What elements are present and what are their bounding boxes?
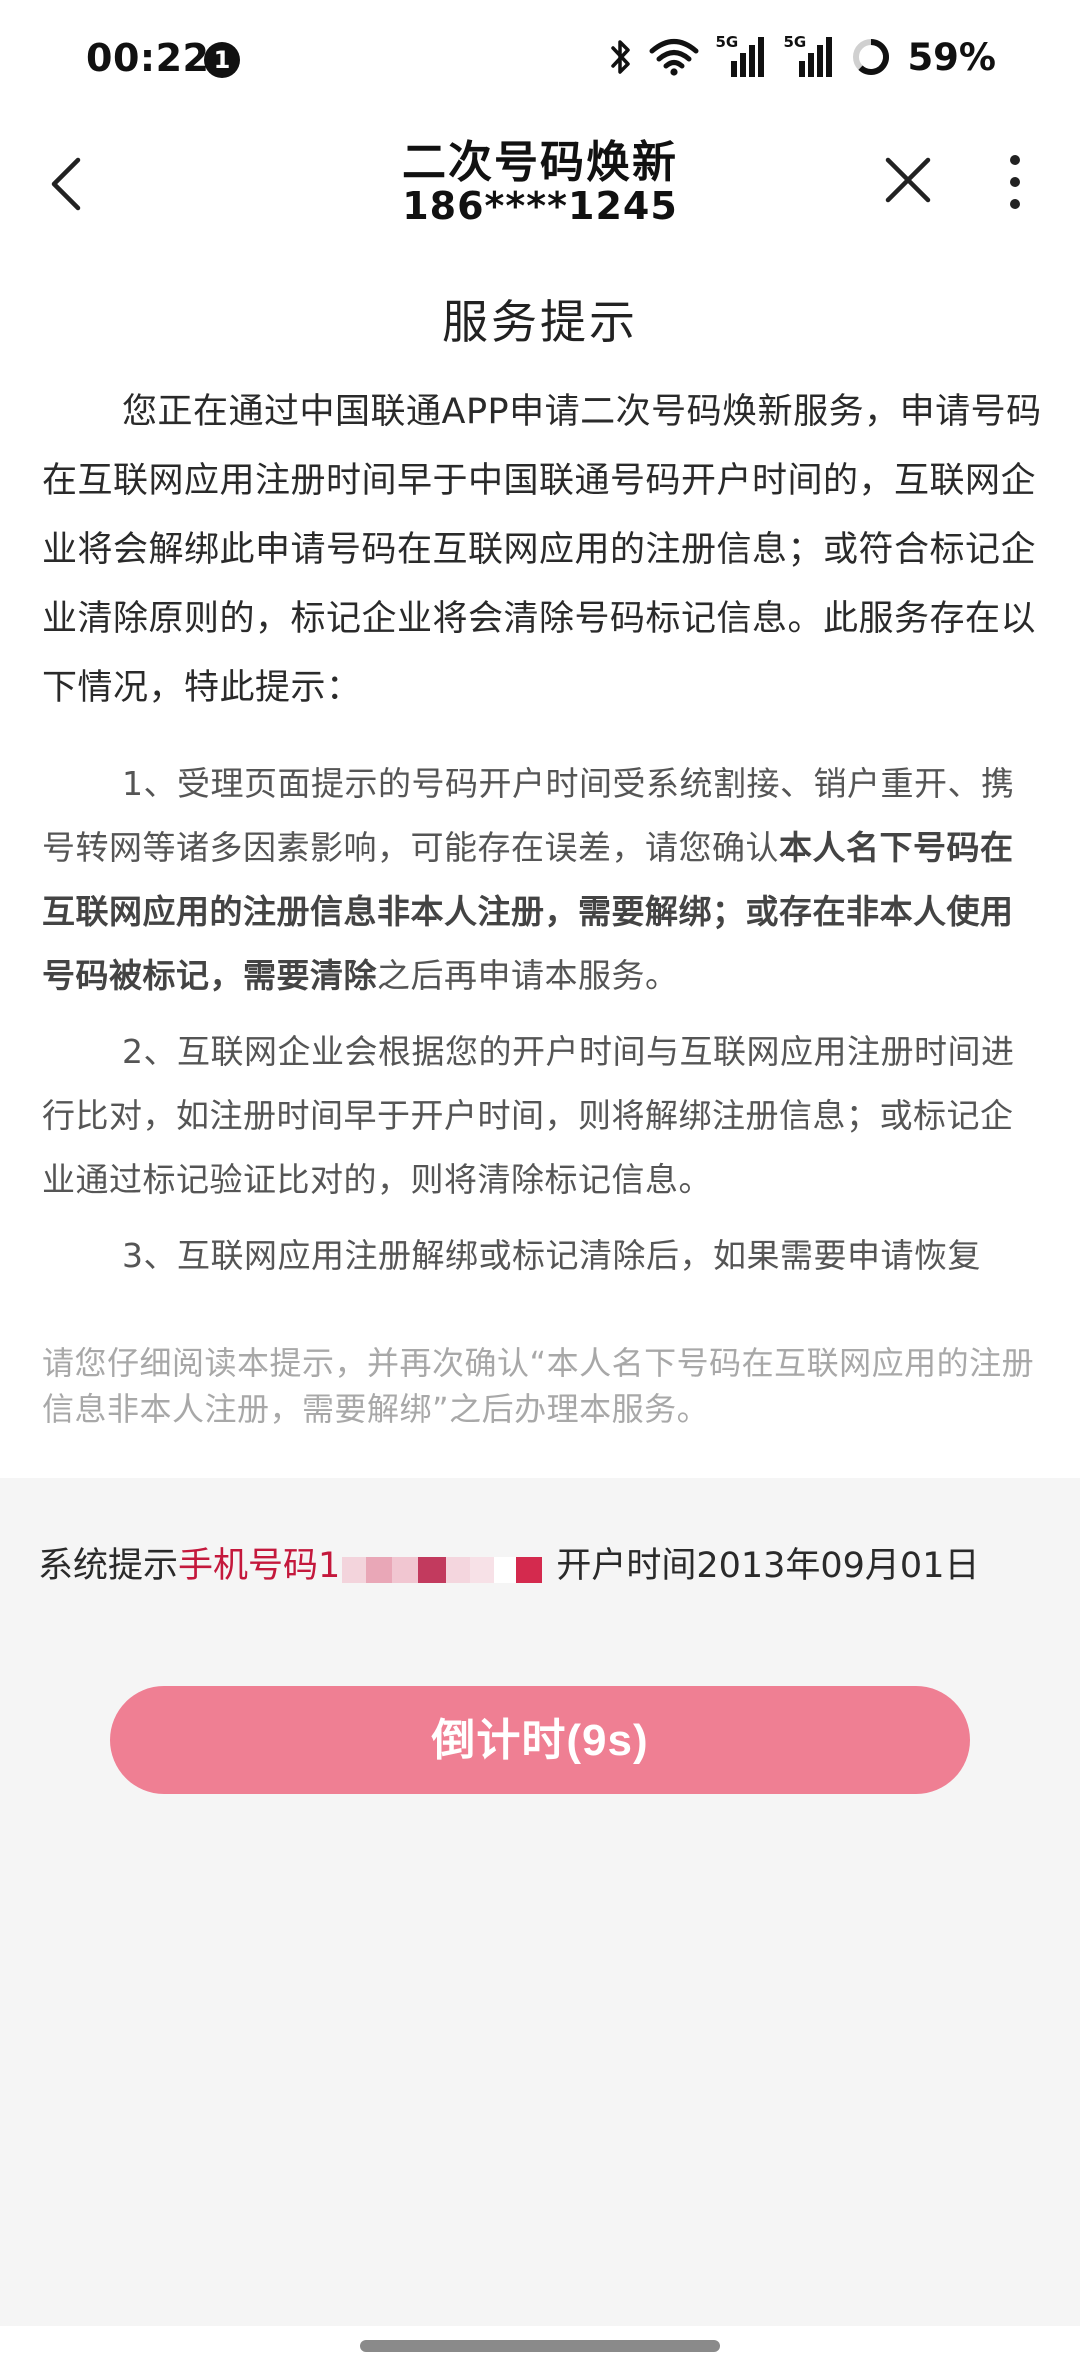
home-indicator[interactable] <box>360 2340 720 2352</box>
bluetooth-icon <box>611 40 631 74</box>
phone-number-prefix: 1 <box>318 1546 341 1586</box>
page-title: 二次号码焕新 <box>402 137 678 188</box>
phone-number-subtitle: 186****1245 <box>402 184 678 228</box>
close-button[interactable] <box>876 148 940 212</box>
note-item-2: 2、互联网企业会根据您的开户时间与互联网应用注册时间进行比对，如注册时间早于开户… <box>42 1032 1015 1199</box>
nav-bar: 二次号码焕新 186****1245 <box>0 120 1080 250</box>
back-button[interactable] <box>42 148 98 220</box>
section-heading: 服务提示 <box>442 295 638 349</box>
battery-percent: 59% <box>907 35 996 79</box>
status-bar: 00:22 1 5G 5G 59% <box>0 0 1080 120</box>
close-icon <box>885 157 931 203</box>
system-tip: 系统提示手机号码1 开户时间2013年09月01日 <box>38 1536 1048 1596</box>
more-button[interactable] <box>990 146 1040 216</box>
notification-badge: 1 <box>204 42 240 78</box>
note-item-1: 1、受理页面提示的号码开户时间受系统割接、销户重开、携号转网等诸多因素影响，可能… <box>42 752 1042 1008</box>
note-item-3: 3、互联网应用注册解绑或标记清除后，如果需要申请恢复 <box>122 1236 981 1275</box>
notes-list: 1、受理页面提示的号码开户时间受系统割接、销户重开、携号转网等诸多因素影响，可能… <box>42 752 1042 1300</box>
reminder-text: 请您仔细阅读本提示，并再次确认“本人名下号码在互联网应用的注册信息非本人注册，需… <box>42 1344 1035 1428</box>
signal-5g-icon-1: 5G <box>715 33 767 79</box>
status-time: 00:22 <box>86 36 210 80</box>
battery-ring-icon <box>853 39 890 75</box>
more-icon <box>1010 155 1020 209</box>
signal-5g-icon-2: 5G <box>783 33 835 79</box>
status-icons: 5G 5G 59% <box>609 33 996 80</box>
open-time-text: 开户时间2013年09月01日 <box>556 1546 980 1586</box>
system-tip-label: 系统提示 <box>38 1546 179 1586</box>
redacted-phone-mosaic <box>342 1545 554 1589</box>
countdown-button[interactable]: 倒计时(9s) <box>110 1686 970 1794</box>
back-icon <box>51 157 81 211</box>
wifi-icon <box>649 39 699 76</box>
phone-number-label: 手机号码 <box>178 1546 319 1586</box>
intro-paragraph: 您正在通过中国联通APP申请二次号码焕新服务，申请号码在互联网应用注册时间早于中… <box>42 392 1042 708</box>
note-1-tail: 之后再申请本服务。 <box>377 956 679 995</box>
